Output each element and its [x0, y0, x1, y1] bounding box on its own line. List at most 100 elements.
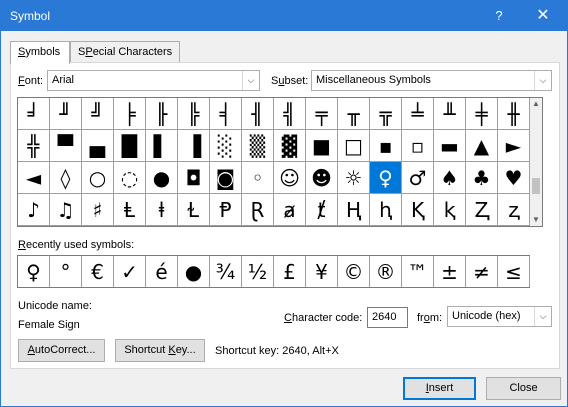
- symbol-cell[interactable]: ▄: [82, 130, 114, 162]
- scroll-down-icon[interactable]: ▼: [530, 214, 542, 226]
- symbol-cell[interactable]: ╪: [466, 98, 498, 130]
- symbol-cell[interactable]: ☻: [306, 162, 338, 194]
- symbol-cell[interactable]: ⱨ: [370, 194, 402, 226]
- symbol-cell[interactable]: ◦: [242, 162, 274, 194]
- symbol-cell[interactable]: ▫: [402, 130, 434, 162]
- from-select[interactable]: Unicode (hex) ⌵: [447, 306, 552, 327]
- symbol-cell[interactable]: ╡: [210, 98, 242, 130]
- recent-symbol-cell[interactable]: €: [82, 256, 114, 287]
- symbol-cell[interactable]: ♣: [466, 162, 498, 194]
- recent-symbol-cell[interactable]: £: [274, 256, 306, 287]
- symbol-cell[interactable]: ╜: [50, 98, 82, 130]
- recent-symbol-cell[interactable]: ¥: [306, 256, 338, 287]
- subset-select[interactable]: Miscellaneous Symbols ⌵: [311, 70, 552, 91]
- symbol-cell[interactable]: Ⱡ: [114, 194, 146, 226]
- symbol-cell[interactable]: ▬: [434, 130, 466, 162]
- symbol-cell[interactable]: ●: [146, 162, 178, 194]
- symbol-cell[interactable]: ╟: [146, 98, 178, 130]
- symbol-cell[interactable]: □: [338, 130, 370, 162]
- symbol-cell[interactable]: ◘: [178, 162, 210, 194]
- symbol-cell[interactable]: ☺: [274, 162, 306, 194]
- symbol-cell[interactable]: ▪: [370, 130, 402, 162]
- symbol-cell[interactable]: ♪: [18, 194, 50, 226]
- recent-symbol-cell[interactable]: ™: [402, 256, 434, 287]
- symbol-cell[interactable]: ♠: [434, 162, 466, 194]
- symbol-cell[interactable]: ◄: [18, 162, 50, 194]
- recent-symbol-cell[interactable]: ≠: [466, 256, 498, 287]
- symbol-cell[interactable]: █: [114, 130, 146, 162]
- symbol-cell[interactable]: ◌: [114, 162, 146, 194]
- symbol-cell[interactable]: Ⱪ: [402, 194, 434, 226]
- insert-button[interactable]: Insert: [403, 377, 476, 400]
- symbol-cell[interactable]: ╬: [18, 130, 50, 162]
- symbol-cell[interactable]: ○: [82, 162, 114, 194]
- symbol-cell[interactable]: Ⱨ: [338, 194, 370, 226]
- symbol-cell[interactable]: ╠: [178, 98, 210, 130]
- recent-symbol-cell[interactable]: ✓: [114, 256, 146, 287]
- symbol-cell[interactable]: Ɽ: [242, 194, 274, 226]
- chevron-down-icon[interactable]: ⌵: [534, 307, 551, 326]
- symbol-cell[interactable]: ▐: [178, 130, 210, 162]
- recent-symbol-cell[interactable]: ±: [434, 256, 466, 287]
- chevron-down-icon[interactable]: ⌵: [534, 71, 551, 90]
- scroll-up-icon[interactable]: ▲: [530, 98, 542, 110]
- font-select[interactable]: Arial ⌵: [47, 70, 260, 91]
- symbol-cell[interactable]: ╫: [498, 98, 530, 130]
- symbol-cell[interactable]: ▒: [242, 130, 274, 162]
- symbol-cell[interactable]: ►: [498, 130, 530, 162]
- recent-symbol-cell[interactable]: °: [50, 256, 82, 287]
- symbol-cell[interactable]: ◙: [210, 162, 242, 194]
- symbol-cell[interactable]: Ɫ: [178, 194, 210, 226]
- font-label-text: ont:: [24, 75, 44, 87]
- scroll-thumb[interactable]: [532, 178, 540, 194]
- symbol-cell[interactable]: ▓: [274, 130, 306, 162]
- symbol-cell[interactable]: ■: [306, 130, 338, 162]
- symbol-cell[interactable]: ╥: [338, 98, 370, 130]
- close-window-button[interactable]: ✕: [521, 1, 565, 31]
- symbol-cell[interactable]: ⱦ: [306, 194, 338, 226]
- symbol-cell[interactable]: ⱥ: [274, 194, 306, 226]
- symbol-cell[interactable]: ♂: [402, 162, 434, 194]
- symbol-cell[interactable]: ⱪ: [434, 194, 466, 226]
- symbol-cell[interactable]: ╞: [114, 98, 146, 130]
- tab-special-characters[interactable]: SPecial Characters: [70, 41, 180, 63]
- symbol-cell[interactable]: ♀: [370, 162, 402, 194]
- symbol-cell[interactable]: ╢: [242, 98, 274, 130]
- symbol-cell[interactable]: ♯: [82, 194, 114, 226]
- symbol-cell[interactable]: ♥: [498, 162, 530, 194]
- character-code-input[interactable]: 2640: [367, 307, 408, 328]
- symbol-cell[interactable]: ╝: [82, 98, 114, 130]
- recent-symbol-cell[interactable]: ¾: [210, 256, 242, 287]
- recent-symbol-cell[interactable]: ©: [338, 256, 370, 287]
- symbol-cell[interactable]: ╦: [370, 98, 402, 130]
- symbol-cell[interactable]: ⱡ: [146, 194, 178, 226]
- chevron-down-icon[interactable]: ⌵: [242, 71, 259, 90]
- recent-symbol-cell[interactable]: ≤: [498, 256, 530, 287]
- symbol-cell[interactable]: ◊: [50, 162, 82, 194]
- symbol-cell[interactable]: ╨: [434, 98, 466, 130]
- symbol-cell[interactable]: Ⱬ: [466, 194, 498, 226]
- recent-symbol-cell[interactable]: ♀: [18, 256, 50, 287]
- symbol-cell[interactable]: Ᵽ: [210, 194, 242, 226]
- recent-symbol-cell[interactable]: é: [146, 256, 178, 287]
- help-button[interactable]: ?: [477, 1, 521, 31]
- symbol-cell[interactable]: ╛: [18, 98, 50, 130]
- close-button[interactable]: Close: [486, 377, 561, 400]
- symbol-cell[interactable]: ╤: [306, 98, 338, 130]
- symbol-cell[interactable]: ▌: [146, 130, 178, 162]
- tab-symbols[interactable]: Symbols: [10, 41, 70, 64]
- recent-symbol-cell[interactable]: ●: [178, 256, 210, 287]
- symbol-cell[interactable]: ░: [210, 130, 242, 162]
- symbol-cell[interactable]: ▲: [466, 130, 498, 162]
- shortcut-key-button[interactable]: Shortcut Key...: [115, 339, 205, 362]
- symbol-cell[interactable]: ╣: [274, 98, 306, 130]
- symbol-cell[interactable]: ♫: [50, 194, 82, 226]
- symbol-grid-scrollbar[interactable]: ▲ ▼: [530, 98, 542, 226]
- symbol-cell[interactable]: ⱬ: [498, 194, 530, 226]
- recent-symbol-cell[interactable]: ®: [370, 256, 402, 287]
- autocorrect-button[interactable]: AutoCorrect...: [18, 339, 105, 362]
- symbol-cell[interactable]: ╧: [402, 98, 434, 130]
- recent-symbol-cell[interactable]: ½: [242, 256, 274, 287]
- symbol-cell[interactable]: ☼: [338, 162, 370, 194]
- symbol-cell[interactable]: ▀: [50, 130, 82, 162]
